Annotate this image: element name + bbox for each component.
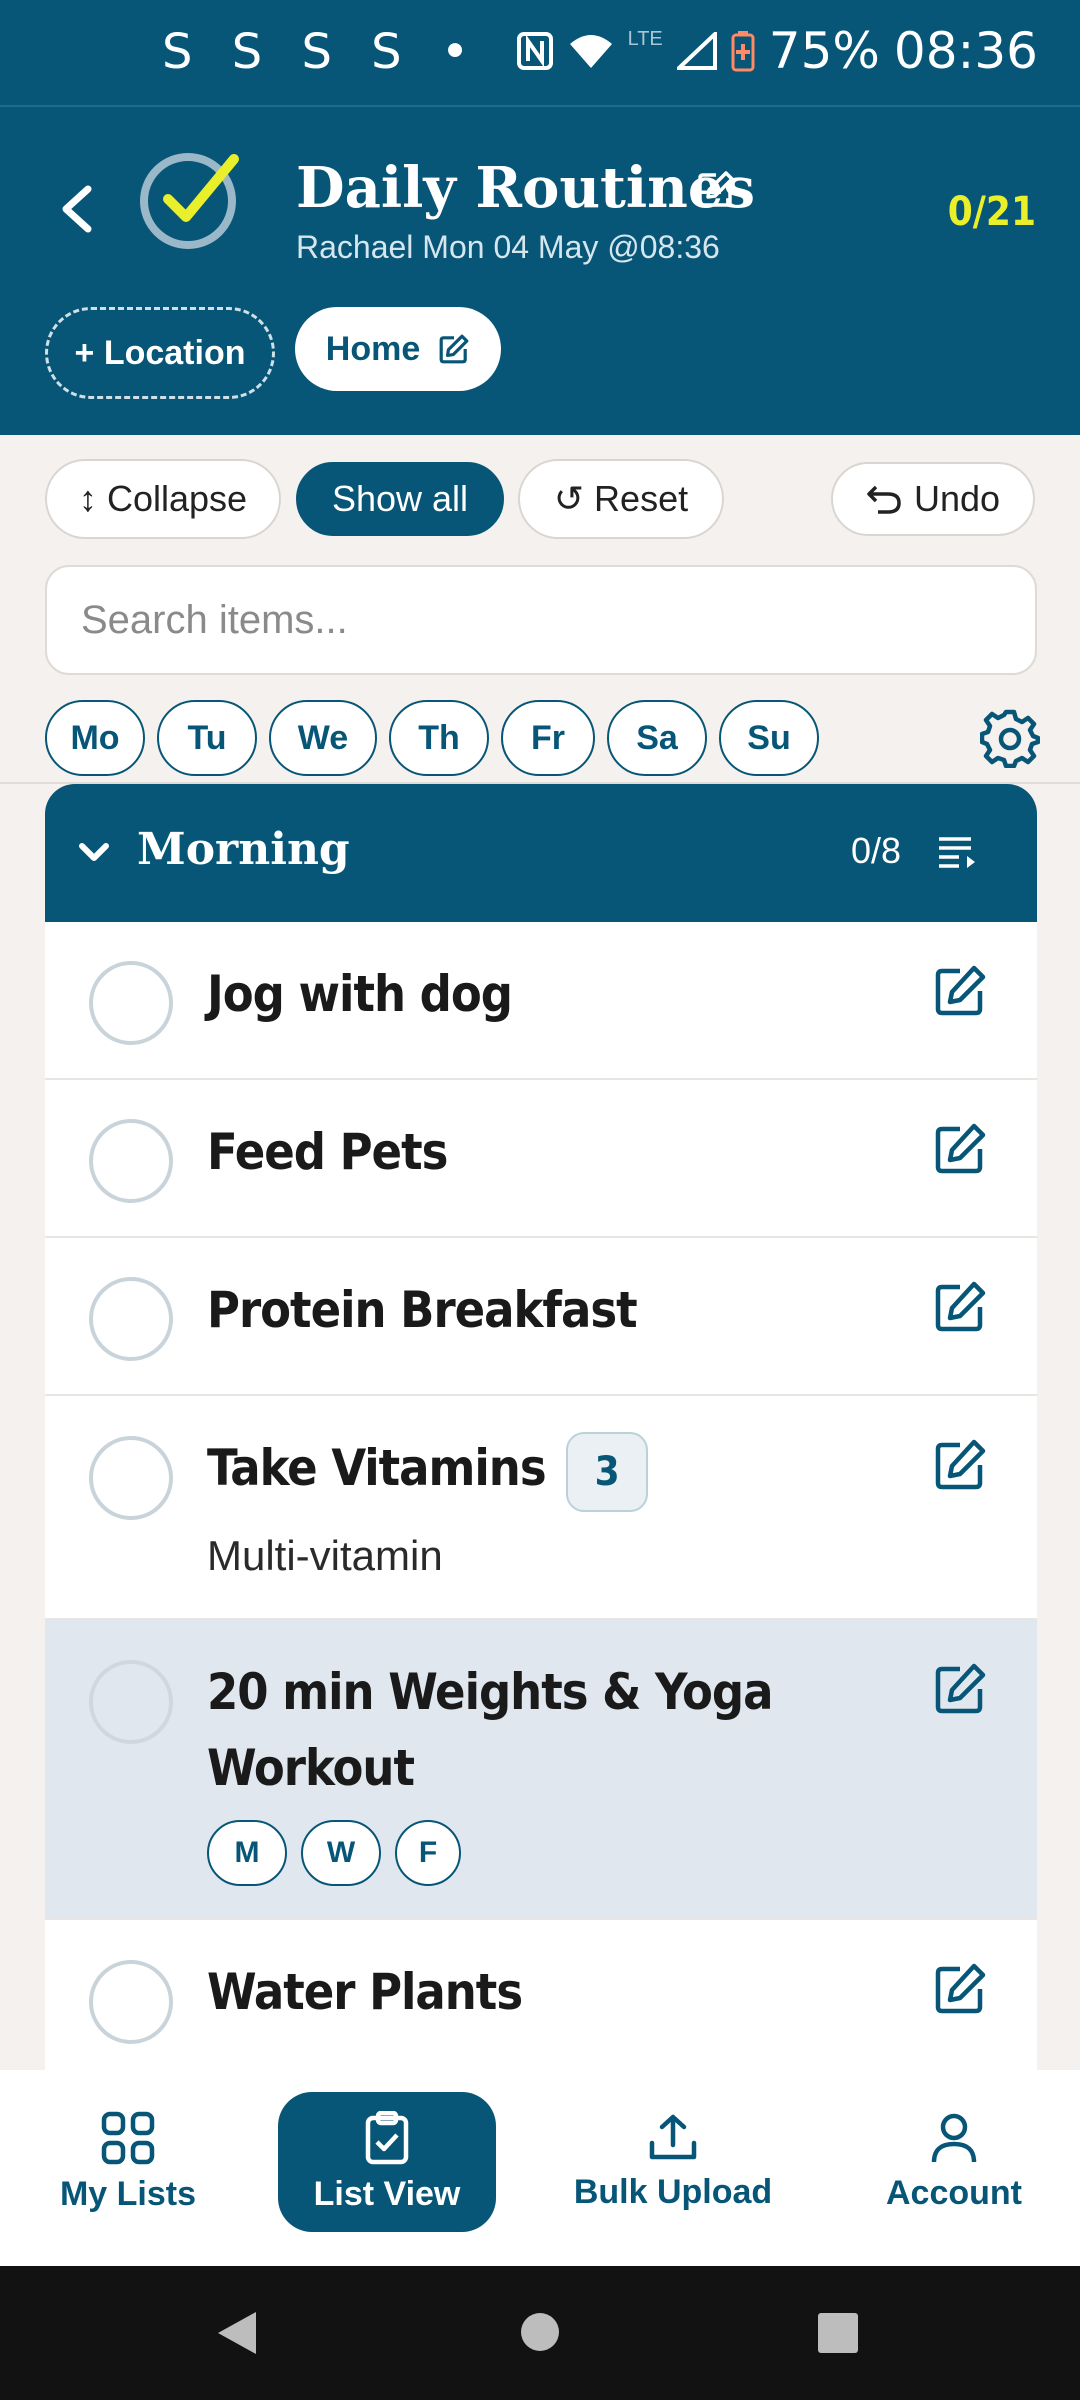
- status-indicators: LTE 75% 08:36: [516, 22, 1038, 80]
- bottom-navigation: My Lists List View Bulk Upload Account: [0, 2070, 1080, 2266]
- item-checkbox[interactable]: [89, 1960, 173, 2044]
- upload-icon: [649, 2114, 697, 2159]
- edit-icon: [439, 334, 469, 364]
- edit-icon[interactable]: [933, 964, 987, 1018]
- item-title: 20 min Weights & Yoga Workout: [207, 1654, 773, 1806]
- day-filter-we[interactable]: We: [269, 700, 377, 776]
- system-navigation-bar: [0, 2266, 1080, 2400]
- list-item[interactable]: Protein Breakfast: [45, 1238, 1037, 1396]
- home-location-label: Home: [325, 329, 421, 368]
- item-title: Jog with dog: [207, 965, 513, 1023]
- item-checkbox[interactable]: [89, 961, 173, 1045]
- edit-icon[interactable]: [933, 1122, 987, 1176]
- signal-icon: [676, 32, 717, 70]
- undo-icon: [867, 485, 901, 514]
- item-title: Feed Pets: [207, 1123, 448, 1181]
- item-checkbox[interactable]: [89, 1119, 173, 1203]
- clipboard-check-icon: [365, 2110, 409, 2164]
- lte-label: LTE: [627, 28, 663, 50]
- nav-account-label: Account: [886, 2173, 1022, 2212]
- item-note: Multi-vitamin: [207, 1532, 443, 1579]
- day-filter-th[interactable]: Th: [389, 700, 489, 776]
- sort-list-icon[interactable]: [937, 834, 979, 872]
- item-schedule-days: M W F: [207, 1820, 461, 1886]
- progress-counter: 0/21: [947, 189, 1036, 235]
- add-location-button[interactable]: + Location: [45, 307, 275, 399]
- nav-list-view[interactable]: List View: [278, 2092, 496, 2232]
- item-checkbox[interactable]: [89, 1436, 173, 1520]
- schedule-day: M: [207, 1820, 287, 1886]
- day-filter-su[interactable]: Su: [719, 700, 819, 776]
- home-location-button[interactable]: Home: [295, 307, 501, 391]
- chevron-down-icon[interactable]: [77, 836, 111, 870]
- checkmark-logo-icon: [140, 153, 239, 249]
- item-title: Water Plants: [207, 1963, 523, 2021]
- quantity-badge: 3: [565, 1431, 648, 1512]
- list-item[interactable]: Jog with dog: [45, 922, 1037, 1080]
- section-count: 0/8: [851, 830, 902, 871]
- day-filter-sa[interactable]: Sa: [607, 700, 707, 776]
- edit-icon[interactable]: [933, 1438, 987, 1492]
- list-item[interactable]: Take Vitamins 3 Multi-vitamin: [45, 1396, 1037, 1620]
- system-recents-icon[interactable]: [818, 2313, 858, 2353]
- nav-list-view-label: List View: [313, 2174, 461, 2213]
- item-list: Jog with dog Feed Pets Protein Breakfast…: [45, 922, 1037, 2072]
- list-item[interactable]: Water Plants: [45, 1920, 1037, 2072]
- edit-icon[interactable]: [933, 1962, 987, 2016]
- show-all-button[interactable]: Show all: [296, 462, 504, 536]
- edit-title-icon[interactable]: [696, 169, 736, 209]
- nfc-icon: [516, 32, 553, 70]
- wifi-icon: [569, 35, 612, 68]
- day-filter-mo[interactable]: Mo: [45, 700, 145, 776]
- account-icon: [931, 2113, 977, 2162]
- item-checkbox[interactable]: [89, 1660, 173, 1744]
- page-title: Daily Routines: [296, 155, 756, 221]
- item-title-row: Take Vitamins 3: [207, 1430, 648, 1512]
- notification-icons: S S S S •: [162, 24, 482, 80]
- page-subtitle: Rachael Mon 04 May @08:36: [296, 229, 720, 265]
- collapse-button[interactable]: ↕ Collapse: [45, 459, 281, 539]
- system-home-icon[interactable]: [520, 2312, 560, 2352]
- edit-icon[interactable]: [933, 1280, 987, 1334]
- nav-bulk-upload-label: Bulk Upload: [573, 2172, 773, 2211]
- item-title: Protein Breakfast: [207, 1281, 638, 1339]
- system-back-icon[interactable]: [216, 2310, 260, 2356]
- nav-my-lists[interactable]: My Lists: [40, 2092, 216, 2232]
- day-filter-tu[interactable]: Tu: [157, 700, 257, 776]
- search-placeholder: Search items...: [81, 597, 348, 642]
- status-bar: S S S S • LTE 75% 08:36: [0, 0, 1080, 105]
- grid-icon: [101, 2111, 155, 2164]
- battery-percent: 75%: [768, 22, 880, 80]
- back-icon[interactable]: [52, 179, 102, 239]
- reset-button[interactable]: ↺ Reset: [518, 459, 724, 539]
- item-title: Take Vitamins: [207, 1439, 547, 1497]
- item-title-line-1: 20 min Weights & Yoga: [207, 1663, 773, 1721]
- day-filter: Mo Tu We Th Fr Sa Su: [45, 700, 819, 776]
- schedule-day: F: [395, 1820, 461, 1886]
- clock: 08:36: [893, 22, 1038, 80]
- item-checkbox[interactable]: [89, 1277, 173, 1361]
- battery-icon: [731, 31, 755, 72]
- nav-my-lists-label: My Lists: [59, 2174, 197, 2213]
- app-header: Daily Routines Rachael Mon 04 May @08:36…: [0, 105, 1080, 435]
- undo-button[interactable]: Undo: [831, 462, 1035, 536]
- item-title-line-2: Workout: [207, 1739, 415, 1797]
- undo-label: Undo: [913, 478, 1001, 519]
- section-title: Morning: [137, 824, 350, 875]
- day-filter-fr[interactable]: Fr: [501, 700, 595, 776]
- search-input[interactable]: Search items...: [45, 565, 1037, 675]
- nav-bulk-upload[interactable]: Bulk Upload: [560, 2092, 786, 2232]
- list-item[interactable]: Feed Pets: [45, 1080, 1037, 1238]
- edit-icon[interactable]: [933, 1662, 987, 1716]
- section-header-morning[interactable]: Morning 0/8: [45, 784, 1037, 922]
- schedule-day: W: [301, 1820, 381, 1886]
- list-item[interactable]: 20 min Weights & Yoga Workout M W F: [45, 1620, 1037, 1920]
- gear-icon[interactable]: [980, 708, 1040, 768]
- nav-account[interactable]: Account: [872, 2092, 1036, 2232]
